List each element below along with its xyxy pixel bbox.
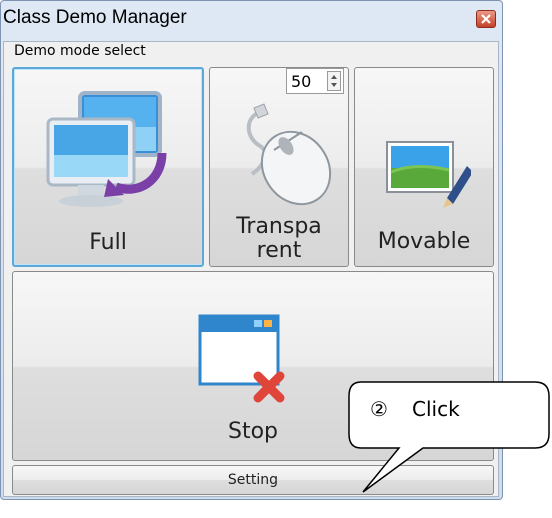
transparency-value: 50 bbox=[291, 72, 312, 91]
close-icon bbox=[481, 14, 491, 24]
transparency-spinner[interactable]: 50 bbox=[286, 68, 344, 94]
transparent-mode-label-line2: rent bbox=[256, 238, 302, 263]
callout-text: Click bbox=[412, 397, 460, 421]
click-callout bbox=[348, 381, 550, 493]
window-title: Class Demo Manager bbox=[3, 7, 187, 28]
movable-mode-button[interactable]: Movable bbox=[354, 67, 494, 267]
image-edit-icon bbox=[386, 141, 471, 208]
spinner-arrows[interactable] bbox=[327, 71, 341, 91]
spin-down-icon[interactable] bbox=[331, 83, 337, 87]
close-button[interactable] bbox=[476, 10, 496, 28]
transparent-mode-label-line1: Transpa bbox=[236, 214, 322, 239]
window-close-icon bbox=[198, 314, 285, 403]
group-label: Demo mode select bbox=[14, 43, 146, 59]
callout-marker: ② bbox=[370, 397, 388, 421]
spin-up-icon[interactable] bbox=[331, 75, 337, 79]
mouse-icon bbox=[246, 103, 332, 206]
full-mode-button[interactable]: Full bbox=[12, 67, 204, 267]
full-mode-label: Full bbox=[89, 230, 127, 255]
transparent-mode-button[interactable]: Transpa rent bbox=[209, 67, 349, 267]
movable-mode-label: Movable bbox=[377, 229, 471, 254]
monitor-switch-icon bbox=[46, 91, 167, 207]
